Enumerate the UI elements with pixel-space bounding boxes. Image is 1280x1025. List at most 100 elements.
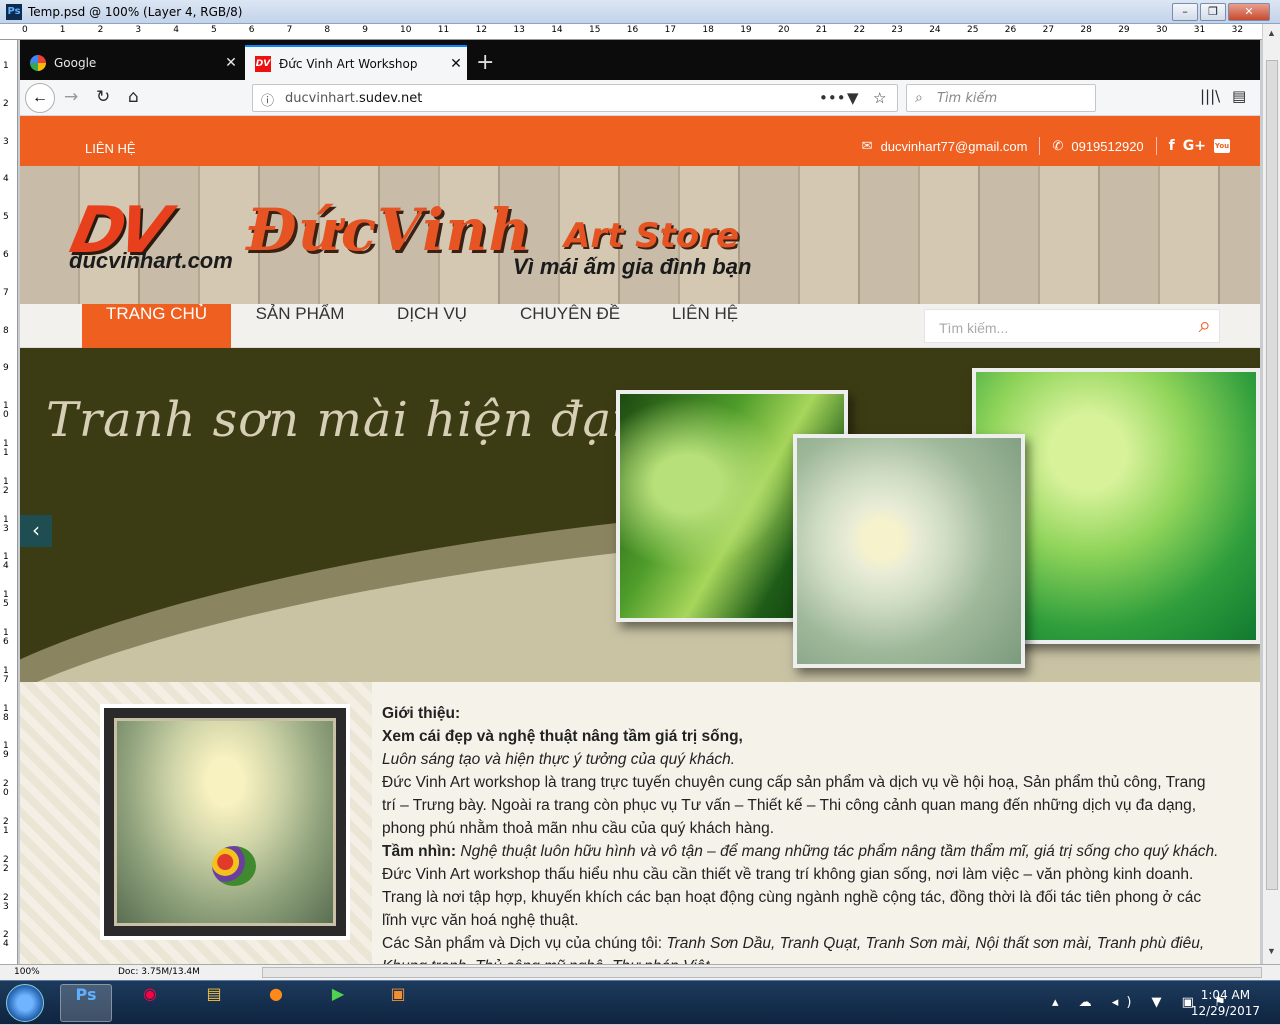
clock[interactable]: 1:04 AM 12/29/2017 xyxy=(1191,987,1260,1019)
menu-item-services[interactable]: DỊCH VỤ xyxy=(374,304,490,348)
close-tab-icon[interactable]: ✕ xyxy=(220,55,242,71)
back-button[interactable]: ← xyxy=(25,83,55,113)
ruler-tick-label: 7 xyxy=(3,287,9,298)
menu-item-products[interactable]: SẢN PHẨM xyxy=(238,304,362,348)
search-icon: ⌕ xyxy=(915,89,923,105)
ruler-tick-label: 24 xyxy=(3,930,9,950)
vision-paragraph: Tầm nhìn: Nghệ thuật luôn hữu hình và vô… xyxy=(382,843,1219,929)
media-center-icon[interactable]: ▣ xyxy=(372,984,424,1022)
forward-button[interactable]: → xyxy=(64,87,78,107)
site-header: DV ducvinhart.com ĐứcVinh Art Store Vì m… xyxy=(20,166,1260,304)
tab-google[interactable]: Google ✕ xyxy=(20,45,242,80)
navigation-toolbar: ← → ↻ ⌂ ⓘ ducvinhart.sudev.net ••• ▼ ☆ ⌕… xyxy=(20,80,1260,116)
home-button[interactable]: ⌂ xyxy=(128,87,139,107)
ruler-tick-label: 1 xyxy=(59,25,66,35)
slider-prev-button[interactable]: ‹ xyxy=(20,515,52,547)
horizontal-scrollbar[interactable] xyxy=(262,967,1262,978)
flower-vase xyxy=(212,846,257,887)
topbar-contact-link[interactable]: LIÊN HỆ xyxy=(85,141,136,156)
divider xyxy=(1155,137,1157,155)
main-menu: TRANG CHỦ SẢN PHẨM DỊCH VỤ CHUYÊN ĐỀ LIÊ… xyxy=(20,304,1260,348)
ruler-tick-label: 23 xyxy=(3,892,9,912)
ruler-tick-label: 9 xyxy=(3,363,9,374)
restore-button[interactable]: ❐ xyxy=(1200,3,1226,21)
tab-duc-vinh[interactable]: DV Đức Vinh Art Workshop ✕ xyxy=(245,45,467,80)
ruler-tick-label: 10 xyxy=(400,25,412,35)
search-icon[interactable]: ⌕ xyxy=(1199,313,1211,338)
windows-taskbar: Ps ◉ ▤ ● ▶ ▣ ▴ ☁ ◂) ▼ ▣ ⚑ 1:04 AM 12/29/… xyxy=(0,980,1280,1024)
new-tab-button[interactable]: + xyxy=(476,50,494,75)
photoshop-icon[interactable]: Ps xyxy=(60,984,112,1022)
ruler-tick-label: 17 xyxy=(3,665,9,685)
website: LIÊN HỆ ✉ ducvinhart77@gmail.com ✆ 09195… xyxy=(20,116,1260,964)
ruler-tick-label: 29 xyxy=(1118,25,1130,35)
brand-subtitle: Art Store xyxy=(564,216,740,256)
brand-name: ĐứcVinh xyxy=(246,196,532,264)
divider xyxy=(1039,137,1041,155)
ruler-tick-label: 25 xyxy=(967,25,979,35)
vertical-scrollbar[interactable]: ▲ ▼ xyxy=(1262,24,1280,964)
site-topbar: LIÊN HỆ ✉ ducvinhart77@gmail.com ✆ 09195… xyxy=(20,116,1260,166)
phone-number[interactable]: 0919512920 xyxy=(1071,139,1143,154)
ruler-tick-label: 8 xyxy=(324,25,331,35)
file-explorer-icon[interactable]: ▤ xyxy=(188,984,240,1022)
ruler-tick-label: 20 xyxy=(778,25,790,35)
start-button[interactable] xyxy=(6,984,44,1022)
ruler-tick-label: 2 xyxy=(97,25,104,35)
brand-slogan: Vì mái ấm gia đình bạn xyxy=(513,254,752,279)
ruler-tick-label: 18 xyxy=(3,703,9,723)
page-actions-icon[interactable]: ••• xyxy=(819,89,846,107)
site-search-input[interactable]: Tìm kiếm... ⌕ xyxy=(924,309,1220,343)
google-plus-icon[interactable]: G+ xyxy=(1183,138,1206,154)
ruler-tick-label: 26 xyxy=(1004,25,1017,35)
intro-subtagline: Luôn sáng tạo và hiện thực ý tưởng của q… xyxy=(382,751,736,768)
logo-url[interactable]: ducvinhart.com xyxy=(69,248,233,274)
reload-button[interactable]: ↻ xyxy=(96,87,110,107)
bookmark-star-icon[interactable]: ☆ xyxy=(873,89,886,107)
dv-favicon: DV xyxy=(255,55,271,72)
ruler-tick-label: 19 xyxy=(3,741,9,761)
ruler-tick-label: 22 xyxy=(3,854,9,874)
pocket-icon[interactable]: ▼ xyxy=(847,89,859,107)
featured-painting[interactable] xyxy=(100,704,350,940)
url-text[interactable]: ducvinhart.sudev.net xyxy=(285,91,422,106)
sidebar-icon[interactable]: ▤ xyxy=(1232,87,1246,105)
doc-size: Doc: 3.75M/13.4M xyxy=(118,967,200,977)
menu-item-contact[interactable]: LIÊN HỆ xyxy=(650,304,760,348)
minimize-button[interactable]: – xyxy=(1172,3,1198,21)
ruler-tick-label: 3 xyxy=(3,136,9,147)
library-icon[interactable]: |||\ xyxy=(1200,87,1220,105)
chrome-icon[interactable]: ◉ xyxy=(124,984,176,1022)
ruler-tick-label: 14 xyxy=(3,552,9,572)
close-window-button[interactable]: ✕ xyxy=(1228,3,1270,21)
ruler-tick-label: 12 xyxy=(3,476,9,496)
close-tab-icon[interactable]: ✕ xyxy=(445,56,467,72)
menu-item-home[interactable]: TRANG CHỦ xyxy=(82,304,231,348)
intro-section: Giới thiệu: Xem cái đẹp và nghệ thuật nâ… xyxy=(20,682,1260,964)
facebook-icon[interactable]: f xyxy=(1169,138,1175,154)
info-icon[interactable]: ⓘ xyxy=(261,90,274,109)
scroll-up-icon[interactable]: ▲ xyxy=(1267,28,1276,38)
google-icon xyxy=(30,54,46,71)
email-link[interactable]: ducvinhart77@gmail.com xyxy=(881,139,1028,154)
ruler-tick-label: 11 xyxy=(437,25,450,35)
menu-item-topics[interactable]: CHUYÊN ĐỀ xyxy=(500,304,640,348)
youtube-icon[interactable]: You xyxy=(1214,139,1230,153)
scrollbar-thumb[interactable] xyxy=(1266,60,1278,890)
browser-search-bar[interactable]: ⌕ Tìm kiếm xyxy=(906,84,1096,112)
products-paragraph: Các Sản phẩm và Dịch vụ của chúng tôi: T… xyxy=(382,935,1205,964)
media-player-icon[interactable]: ▶ xyxy=(312,984,364,1022)
browser-window: Google ✕ DV Đức Vinh Art Workshop ✕ + ← … xyxy=(20,40,1260,964)
envelope-icon: ✉ xyxy=(861,138,873,153)
ruler-tick-label: 7 xyxy=(286,25,293,35)
ruler-tick-label: 6 xyxy=(248,25,255,35)
ruler-tick-label: 11 xyxy=(3,439,9,458)
firefox-icon[interactable]: ● xyxy=(250,984,302,1022)
phone-icon: ✆ xyxy=(1052,138,1064,153)
zoom-level[interactable]: 100% xyxy=(14,967,40,977)
document-title: Temp.psd @ 100% (Layer 4, RGB/8) xyxy=(28,5,243,19)
scroll-down-icon[interactable]: ▼ xyxy=(1267,946,1276,956)
ruler-tick-label: 31 xyxy=(1193,25,1206,35)
ruler-tick-label: 3 xyxy=(135,25,142,35)
url-bar[interactable]: ⓘ ducvinhart.sudev.net ••• ▼ ☆ xyxy=(252,84,898,112)
